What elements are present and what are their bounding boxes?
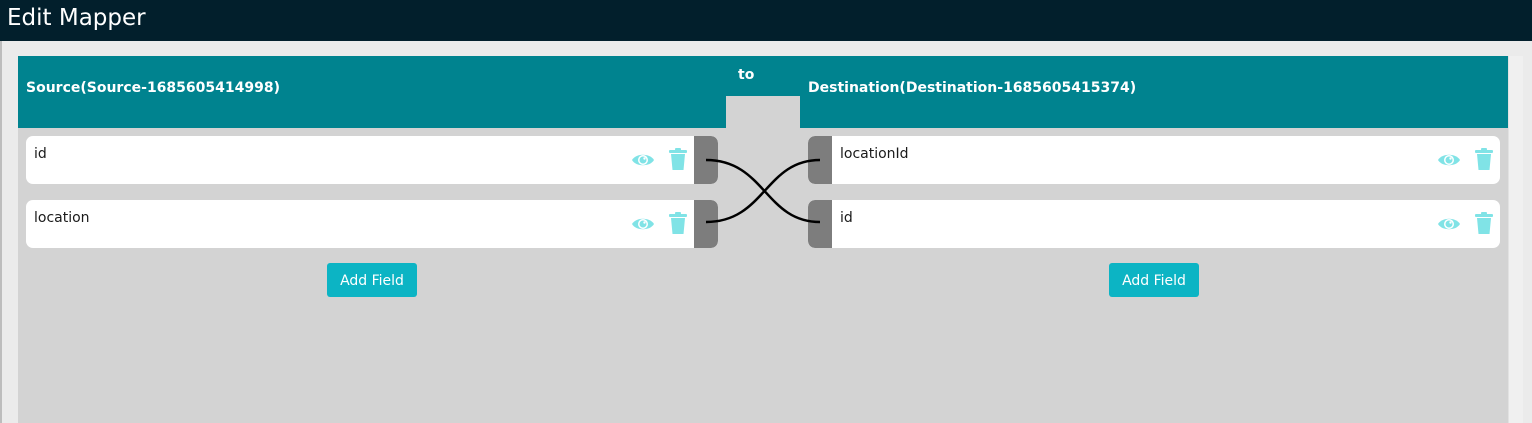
mapper-panel: Source(Source-1685605414998) to Destinat… (18, 56, 1508, 423)
destination-add-field-button[interactable]: Add Field (1109, 263, 1199, 297)
source-field-row[interactable]: location (26, 200, 718, 248)
source-field-row[interactable]: id (26, 136, 718, 184)
destination-field-row[interactable]: id (808, 200, 1500, 248)
trash-icon[interactable] (666, 147, 690, 171)
eye-icon[interactable] (631, 212, 655, 236)
source-title: Source(Source-1685605414998) (26, 80, 280, 96)
window-titlebar: Edit Mapper (0, 0, 1532, 41)
destination-header: Destination(Destination-1685605415374) (800, 56, 1508, 128)
destination-field-label: id (840, 210, 853, 226)
destination-connector-handle[interactable] (808, 136, 832, 184)
trash-icon[interactable] (666, 211, 690, 235)
to-label-tab: to (726, 56, 800, 96)
source-connector-handle[interactable] (694, 136, 718, 184)
window-left-border (0, 41, 2, 423)
window-title: Edit Mapper (7, 5, 146, 31)
source-add-field-button[interactable]: Add Field (327, 263, 417, 297)
destination-connector-handle[interactable] (808, 200, 832, 248)
eye-icon[interactable] (1437, 212, 1461, 236)
source-field-label: id (34, 146, 47, 162)
vertical-scrollbar[interactable] (1508, 56, 1523, 423)
trash-icon[interactable] (1472, 211, 1496, 235)
destination-field-row[interactable]: locationId (808, 136, 1500, 184)
to-label: to (738, 67, 755, 83)
eye-icon[interactable] (1437, 148, 1461, 172)
destination-title: Destination(Destination-1685605415374) (808, 80, 1137, 96)
source-header: Source(Source-1685605414998) (18, 56, 726, 128)
eye-icon[interactable] (631, 148, 655, 172)
trash-icon[interactable] (1472, 147, 1496, 171)
source-connector-handle[interactable] (694, 200, 718, 248)
destination-field-label: locationId (840, 146, 909, 162)
source-field-label: location (34, 210, 90, 226)
